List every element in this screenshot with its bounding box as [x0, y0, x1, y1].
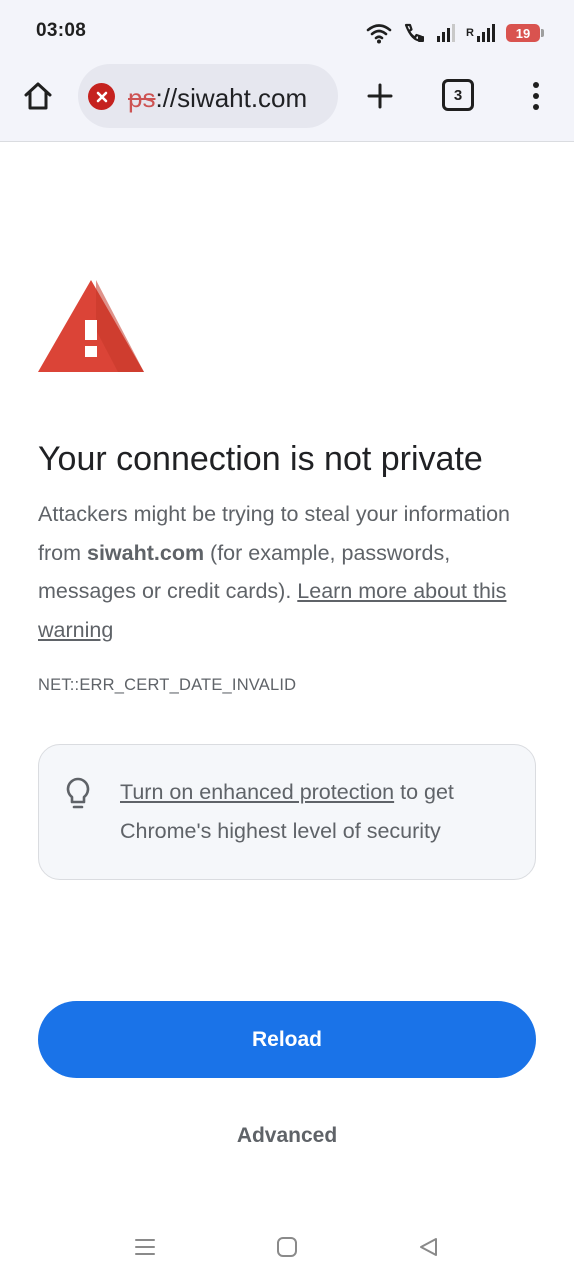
url-host: ://siwaht.com [155, 83, 308, 113]
home-square-icon[interactable] [272, 1232, 302, 1262]
url-scheme: ps [128, 83, 156, 113]
signal-icon [436, 23, 456, 43]
warning-triangle-icon [38, 280, 144, 372]
signal-icon [476, 23, 496, 43]
home-icon [24, 82, 52, 110]
enhanced-protection-link[interactable]: Turn on enhanced protection [120, 780, 394, 804]
warning-description: Attackers might be trying to steal your … [38, 495, 538, 649]
battery-icon: 19 [506, 24, 544, 42]
enhanced-protection-text: Turn on enhanced protection to get Chrom… [120, 773, 510, 850]
plus-icon [367, 83, 393, 109]
enhanced-protection-card: Turn on enhanced protection to get Chrom… [38, 744, 536, 880]
tab-switcher-button[interactable]: 3 [442, 79, 474, 111]
page-title: Your connection is not private [38, 440, 483, 478]
omnibox[interactable]: ps://siwaht.com [78, 64, 338, 128]
system-nav-bar [0, 1216, 574, 1280]
reload-button[interactable]: Reload [38, 1001, 536, 1078]
home-button[interactable] [18, 76, 58, 116]
advanced-button[interactable]: Advanced [187, 1112, 387, 1160]
lightbulb-icon [66, 777, 90, 809]
domain-name: siwaht.com [86, 540, 205, 565]
security-error-icon[interactable] [88, 83, 115, 110]
wifi-icon [366, 22, 392, 44]
status-bar: 03:08 R 19 [0, 0, 574, 62]
more-vert-icon[interactable] [520, 76, 552, 116]
back-icon[interactable] [413, 1232, 443, 1262]
volte-call-icon [402, 22, 426, 44]
tab-count: 3 [453, 86, 463, 104]
error-code: NET::ERR_CERT_DATE_INVALID [38, 676, 297, 694]
roaming-label: R [466, 27, 474, 39]
url-text[interactable]: ps://siwaht.com [128, 83, 307, 114]
status-icons: R 19 [366, 20, 544, 46]
status-time: 03:08 [36, 20, 87, 41]
new-tab-button[interactable] [358, 76, 402, 116]
recents-icon[interactable] [130, 1232, 160, 1262]
battery-level: 19 [515, 25, 531, 41]
browser-toolbar: ps://siwaht.com 3 [0, 62, 574, 142]
